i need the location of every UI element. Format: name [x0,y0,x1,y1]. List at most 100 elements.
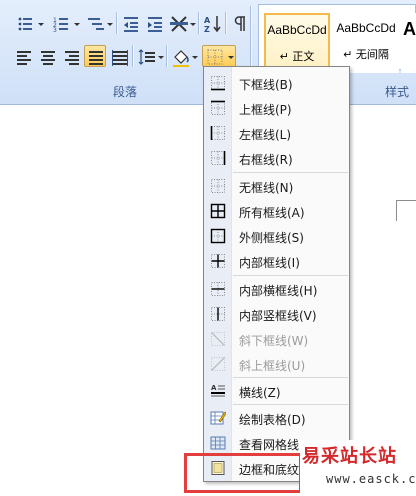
style-name: ↵ 正文 [279,50,315,63]
borders-icon [207,49,234,65]
style-sample-text: A [403,19,416,39]
toolbar-separator [166,45,168,67]
show-marks-button[interactable] [228,12,250,34]
menu-item-label: 斜上框线(U) [239,359,306,373]
menu-item-bottom-border[interactable]: 下框线(B) [205,71,348,95]
menu-item-diagonal-up-border[interactable]: 斜上框线(U) [205,352,348,376]
menu-item-label: 内部竖框线(V) [239,309,317,323]
menu-item-label: 斜下框线(W) [239,334,309,348]
menu-separator [233,275,348,276]
diagonal-up-border-icon [211,357,225,371]
chinese-layout-icon [170,16,196,32]
inside-horizontal-border-icon [211,282,225,296]
top-border-icon [211,100,225,115]
justify-button[interactable] [84,45,106,67]
increase-indent-icon [148,17,162,32]
menu-item-label: 右框线(R) [239,153,293,167]
decrease-indent-icon [124,17,138,32]
site-watermark: 易采站长站 www.easck.com [300,440,416,496]
numbering-icon: 1 2 3 [53,17,80,34]
borders-dropdown-button[interactable] [202,45,236,67]
menu-item-inside-vertical-border[interactable]: 内部竖框线(V) [205,302,348,326]
align-center-icon [41,51,55,65]
menu-item-left-border[interactable]: 左框线(L) [205,121,348,145]
toolbar-separator [132,45,134,67]
svg-text:A: A [211,384,217,392]
menu-separator [233,172,348,173]
menu-item-outside-borders[interactable]: 外侧框线(S) [205,224,348,248]
menu-item-inside-borders[interactable]: 内部框线(I) [205,249,348,273]
styles-gallery: AaBbCcDd ↵ 正文 AaBbCcDd ↵ 无间隔 A [258,4,416,73]
style-name: ↵ 无间隔 [343,48,389,61]
menu-item-right-border[interactable]: 右框线(R) [205,146,348,170]
decrease-indent-button[interactable] [119,12,141,34]
toolbar-separator [198,12,200,34]
menu-separator [233,404,348,405]
view-gridlines-icon [210,436,226,450]
paragraph-group-label: 段落 [112,85,137,99]
chinese-layout-button[interactable] [167,12,197,34]
no-border-icon [211,179,225,193]
sort-az-icon: A Z [204,16,221,34]
multilevel-list-icon [88,18,113,30]
menu-item-label: 绘制表格(D) [239,413,306,427]
bullets-icon [18,17,44,31]
increase-indent-button[interactable] [143,12,165,34]
menu-item-diagonal-down-border[interactable]: 斜下框线(W) [205,327,348,351]
bottom-border-icon [211,76,225,91]
align-right-button[interactable] [60,45,82,67]
menu-item-label: 外侧框线(S) [239,231,304,245]
menu-item-label: 上框线(P) [239,103,292,117]
style-heading-partial[interactable]: A [401,13,416,73]
numbering-button[interactable]: 1 2 3 [48,12,82,34]
right-border-icon [211,151,226,165]
line-spacing-icon [138,49,164,65]
styles-group-label: 样式 [384,85,409,99]
watermark-title: 易采站长站 [302,446,397,467]
menu-item-label: 内部框线(I) [239,256,300,270]
align-center-button[interactable] [36,45,58,67]
svg-text:A: A [204,16,211,25]
draw-table-icon [210,411,226,425]
toolbar-separator [116,12,118,34]
multilevel-list-button[interactable] [84,12,114,34]
style-no-spacing[interactable]: AaBbCcDd ↵ 无间隔 [333,13,399,73]
menu-item-top-border[interactable]: 上框线(P) [205,96,348,120]
align-left-button[interactable] [12,45,34,67]
diagonal-down-border-icon [211,332,225,346]
style-sample-text: AaBbCcDd [267,23,327,37]
line-spacing-button[interactable] [135,45,165,67]
sort-button[interactable]: A Z [201,12,223,34]
inside-borders-icon [211,254,225,268]
svg-text:Z: Z [204,25,210,34]
left-border-icon [210,126,225,140]
justify-icon [89,51,103,65]
menu-item-label: 内部横框线(H) [239,284,318,298]
menu-item-label: 无框线(N) [239,181,294,195]
menu-item-label: 查看网格线 [239,438,300,452]
watermark-url: www.easck.com [326,472,416,486]
distributed-align-icon [112,50,128,66]
svg-text:3: 3 [53,27,57,34]
menu-item-label: 横线(Z) [239,386,281,400]
menu-item-label: 所有框线(A) [239,206,305,220]
menu-item-draw-table[interactable]: 绘制表格(D) [205,406,348,430]
borders-dropdown-menu: 下框线(B) 上框线(P) 左框线(L) 右框线(R) 无框线(N) 所有框线(… [203,66,350,482]
paint-bucket-icon [173,50,198,67]
menu-item-no-border[interactable]: 无框线(N) [205,174,348,198]
menu-item-horizontal-line[interactable]: A 横线(Z) [205,379,348,403]
style-normal[interactable]: AaBbCcDd ↵ 正文 [264,13,330,73]
shading-button[interactable] [169,45,199,67]
inside-vertical-border-icon [211,307,225,321]
all-borders-icon [210,203,226,219]
menu-item-label: 下框线(B) [239,78,293,92]
toolbar-separator [225,12,227,34]
annotation-highlight-box [184,453,302,493]
align-left-icon [17,51,31,65]
menu-item-all-borders[interactable]: 所有框线(A) [205,199,348,223]
bullets-button[interactable] [12,12,46,34]
menu-item-inside-horizontal-border[interactable]: 内部横框线(H) [205,277,348,301]
style-sample-text: AaBbCcDd [336,21,396,35]
distributed-button[interactable] [108,45,130,67]
menu-item-label: 左框线(L) [239,128,292,142]
